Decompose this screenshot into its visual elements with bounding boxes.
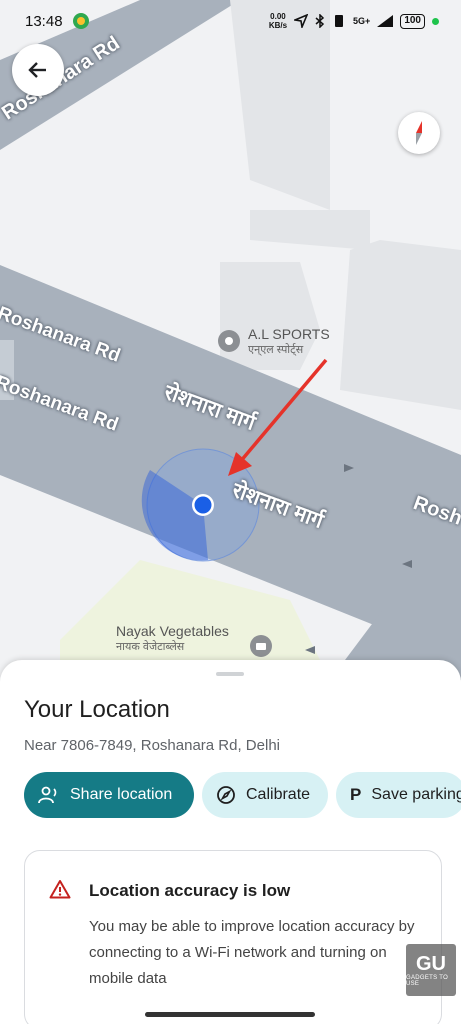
arrow-left-icon — [28, 62, 46, 78]
app-notification-icon — [72, 13, 89, 29]
building — [340, 240, 461, 410]
bluetooth-icon — [315, 14, 325, 28]
chip-label: Share location — [70, 786, 173, 803]
watermark-logo: GU — [416, 953, 446, 975]
location-address: Near 7806-7849, Roshanara Rd, Delhi — [24, 737, 280, 754]
poi-subname: एन्एल स्पोर्ट्स — [248, 344, 304, 356]
save-parking-button[interactable]: P Save parking — [336, 772, 461, 818]
chip-label: Calibrate — [246, 786, 311, 803]
battery-level: 100 — [400, 13, 425, 29]
compass-button[interactable] — [398, 112, 440, 154]
back-button[interactable] — [12, 44, 64, 96]
location-dot — [194, 496, 212, 514]
network-speed: 0.00 KB/s — [269, 12, 287, 30]
warning-icon — [49, 880, 71, 899]
calibrate-button[interactable]: Calibrate — [202, 772, 329, 818]
vibrate-icon — [335, 15, 344, 27]
poi-nayak-vegetables[interactable]: Nayak Vegetables नायक वेजेटाब्लेस — [116, 623, 229, 655]
poi-name: Nayak Vegetables — [116, 623, 229, 639]
network-type: 5G+ — [353, 16, 371, 26]
sheet-title: Your Location — [24, 696, 170, 723]
chip-label: Save parking — [371, 786, 461, 803]
gadgets-to-use-watermark: GU GADGETS TO USE — [406, 944, 456, 996]
share-location-button[interactable]: Share location — [24, 772, 194, 818]
speed-unit: KB/s — [268, 21, 288, 30]
watermark-text: GADGETS TO USE — [406, 975, 449, 987]
drag-handle[interactable] — [216, 672, 244, 676]
compass-icon — [217, 786, 235, 804]
map-view[interactable]: Roshanara Rd Roshanara Rd Roshanara Rd र… — [0, 0, 461, 680]
share-person-icon — [38, 786, 57, 804]
privacy-indicator-icon — [432, 17, 439, 25]
poi-name: A.L SPORTS — [248, 326, 330, 342]
speed-value: 0.00 — [270, 12, 286, 21]
action-chips: Share location Calibrate P Save parking — [24, 772, 461, 818]
status-bar: 13:48 0.00 KB/s 5G+ 100 — [0, 0, 461, 42]
parking-icon: P — [350, 785, 362, 804]
signal-icon — [377, 15, 394, 27]
compass-needle-icon — [416, 121, 422, 145]
accuracy-alert-card: Location accuracy is low You may be able… — [24, 850, 442, 1024]
location-bottom-sheet[interactable]: Your Location Near 7806-7849, Roshanara … — [0, 660, 461, 1024]
status-time: 13:48 — [25, 12, 63, 30]
location-arrow-icon — [294, 14, 309, 28]
alert-body: You may be able to improve location accu… — [89, 918, 415, 987]
alert-title: Location accuracy is low — [89, 881, 291, 900]
gesture-nav-bar[interactable] — [145, 1012, 315, 1017]
poi-al-sports[interactable]: A.L SPORTS एन्एल स्पोर्ट्स — [248, 326, 330, 358]
poi-subname: नायक वेजेटाब्लेस — [116, 641, 185, 653]
